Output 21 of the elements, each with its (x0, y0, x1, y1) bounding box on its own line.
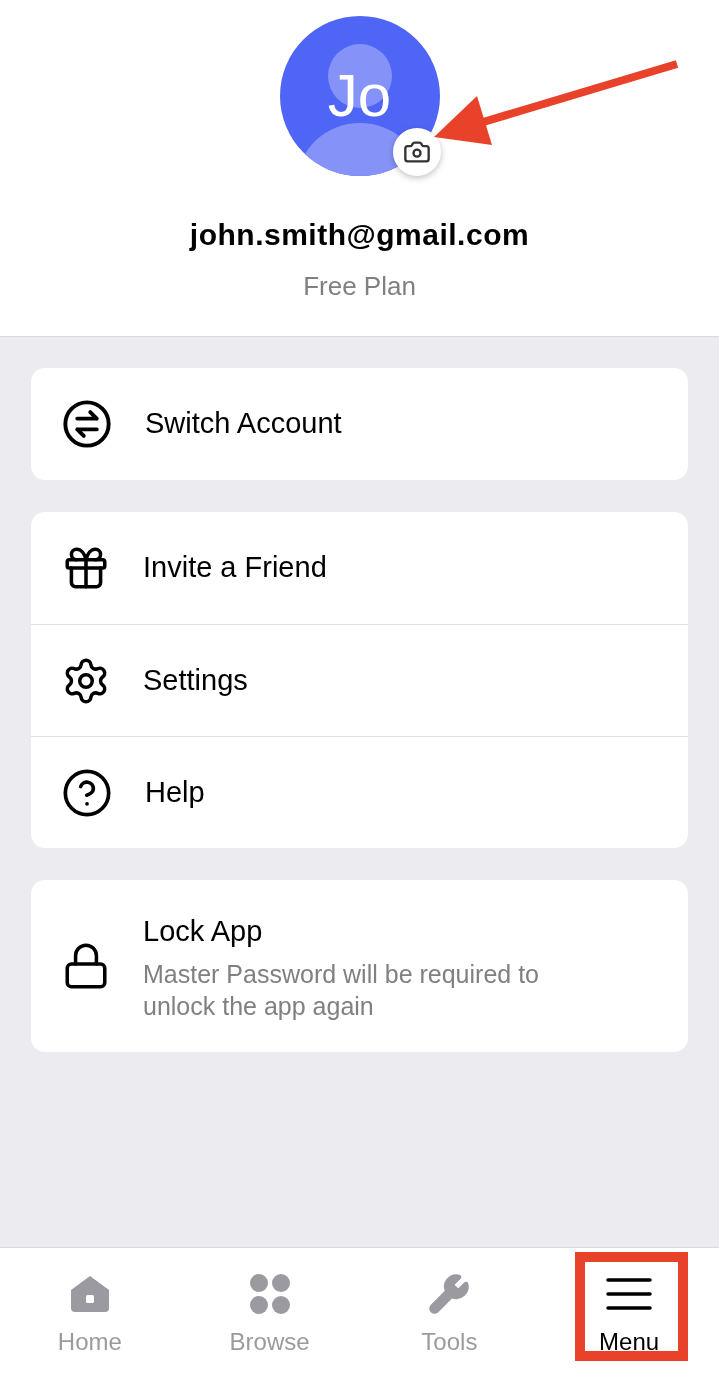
account-email: john.smith@gmail.com (189, 217, 530, 253)
menu-item[interactable]: Lock App Master Password will be required to unlock the app again (31, 880, 688, 1052)
menu-item-label: Lock App (143, 914, 264, 950)
menu-icon (606, 1278, 653, 1310)
avatar-initials: Jo (327, 66, 392, 126)
menu-item-label: Switch Account (145, 406, 342, 442)
grid-icon (248, 1273, 291, 1315)
menu-item-label: Help (145, 774, 205, 810)
menu-item[interactable]: Help (31, 736, 688, 848)
camera-button[interactable] (392, 128, 441, 176)
menu-item-label: Invite a Friend (143, 550, 327, 586)
home-icon (68, 1274, 111, 1314)
switch-icon (61, 398, 113, 450)
menu-item-description: Master Password will be required to unlock the app again (143, 958, 540, 1022)
menu-item[interactable]: Settings (31, 624, 688, 736)
menu-item-label: Settings (143, 662, 248, 698)
tab[interactable]: Menu (539, 1248, 719, 1379)
menu-item[interactable]: Switch Account (31, 368, 688, 480)
wrench-icon (427, 1272, 472, 1316)
menu-item[interactable]: Invite a Friend (31, 512, 688, 624)
account-plan: Free Plan (303, 270, 416, 303)
